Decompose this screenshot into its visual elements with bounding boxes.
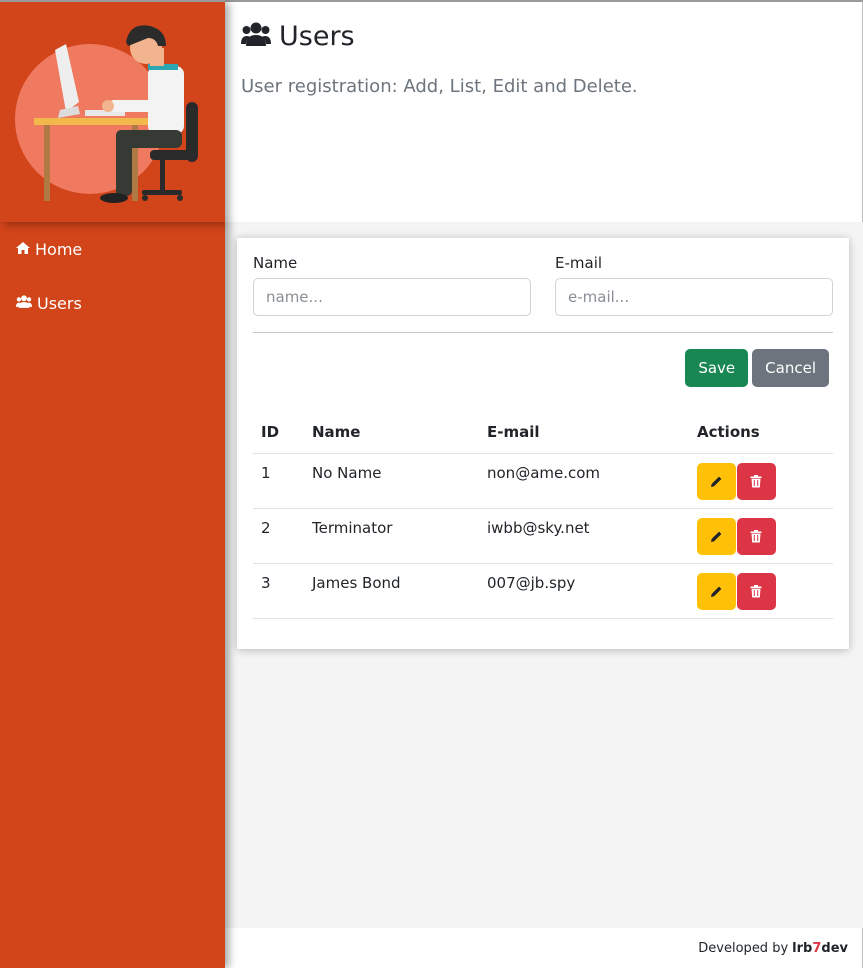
cell-actions — [689, 563, 833, 619]
name-label: Name — [253, 254, 298, 272]
pencil-icon — [711, 476, 722, 487]
users-icon — [241, 20, 271, 52]
users-table: ID Name E-mail Actions 1 No Name non@ame… — [253, 411, 833, 619]
column-header-email: E-mail — [479, 411, 689, 454]
main-content: Name E-mail Save Cancel ID Name E-mail A… — [225, 222, 863, 928]
home-icon — [15, 240, 31, 259]
cell-id: 3 — [253, 563, 304, 619]
cell-name: No Name — [304, 453, 479, 509]
sidebar-item-users[interactable]: Users — [0, 290, 225, 316]
column-header-id: ID — [253, 411, 304, 454]
column-header-name: Name — [304, 411, 479, 454]
cancel-button[interactable]: Cancel — [752, 349, 829, 387]
email-label: E-mail — [555, 254, 603, 272]
name-group: Name — [253, 254, 531, 316]
save-button[interactable]: Save — [685, 349, 749, 387]
cell-actions — [689, 453, 833, 509]
column-header-actions: Actions — [689, 411, 833, 454]
table-row: 2 Terminator iwbb@sky.net — [253, 508, 833, 564]
cell-email: non@ame.com — [479, 453, 689, 509]
cell-actions — [689, 508, 833, 564]
trash-icon — [750, 584, 762, 597]
sidebar-menu: Home Users — [0, 222, 225, 968]
divider — [253, 332, 833, 333]
email-input[interactable] — [555, 278, 833, 316]
email-group: E-mail — [555, 254, 833, 316]
footer-text: Developed by — [698, 940, 789, 956]
cell-id: 1 — [253, 453, 304, 509]
users-icon — [15, 294, 33, 313]
table-header-row: ID Name E-mail Actions — [253, 411, 833, 454]
pencil-icon — [711, 586, 722, 597]
table-row: 3 James Bond 007@jb.spy — [253, 563, 833, 619]
trash-icon — [750, 474, 762, 487]
delete-button[interactable] — [736, 572, 776, 610]
cell-name: Terminator — [304, 508, 479, 564]
cell-name: James Bond — [304, 563, 479, 619]
brand-suffix: dev — [821, 940, 848, 956]
edit-button[interactable] — [697, 572, 736, 610]
logo — [0, 0, 225, 222]
cell-email: 007@jb.spy — [479, 563, 689, 619]
edit-button[interactable] — [697, 517, 736, 555]
page-header: Users User registration: Add, List, Edit… — [225, 0, 863, 222]
cell-email: iwbb@sky.net — [479, 508, 689, 564]
table-row: 1 No Name non@ame.com — [253, 453, 833, 509]
trash-icon — [750, 529, 762, 542]
sidebar-item-label: Home — [35, 239, 83, 259]
sidebar-item-home[interactable]: Home — [0, 236, 225, 262]
name-input[interactable] — [253, 278, 531, 316]
pencil-icon — [711, 531, 722, 542]
delete-button[interactable] — [736, 517, 776, 555]
brand-prefix: lrb — [792, 940, 813, 956]
developer-illustration — [15, 25, 198, 203]
page-subtitle: User registration: Add, List, Edit and D… — [241, 76, 638, 97]
page-title: Users — [279, 20, 355, 52]
cell-id: 2 — [253, 508, 304, 564]
sidebar-item-label: Users — [37, 293, 82, 313]
edit-button[interactable] — [697, 462, 736, 500]
form-actions: Save Cancel — [253, 349, 833, 387]
delete-button[interactable] — [736, 462, 776, 500]
user-card: Name E-mail Save Cancel ID Name E-mail A… — [237, 238, 849, 649]
user-form: Name E-mail — [253, 254, 833, 316]
footer: Developed by lrb7dev — [225, 928, 863, 968]
footer-brand[interactable]: lrb7dev — [792, 941, 848, 956]
